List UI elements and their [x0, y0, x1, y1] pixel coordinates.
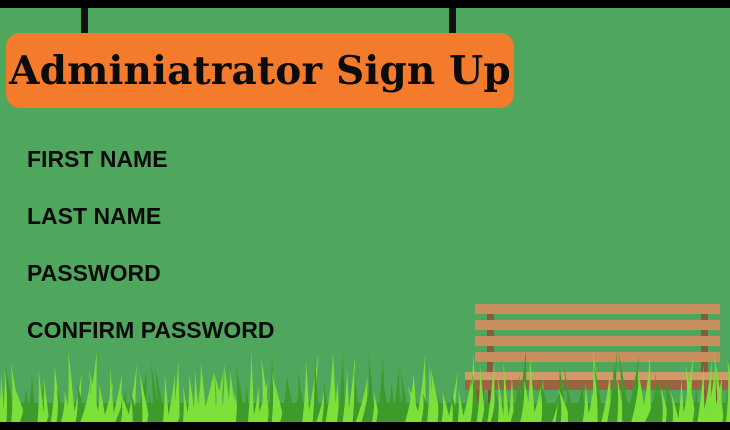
grass-blade: [37, 368, 45, 422]
grass-blade: [162, 372, 170, 422]
grass-blade: [302, 360, 310, 422]
grass-blade: [66, 350, 76, 422]
grass-blade: [107, 367, 115, 422]
sign-up-canvas: Adminiatrator Sign Up FIRST NAME LAST NA…: [0, 8, 730, 422]
grass-blade: [247, 349, 255, 422]
park-scene: [0, 304, 730, 422]
grass-blade: [42, 377, 50, 422]
grass-blade: [502, 360, 510, 422]
